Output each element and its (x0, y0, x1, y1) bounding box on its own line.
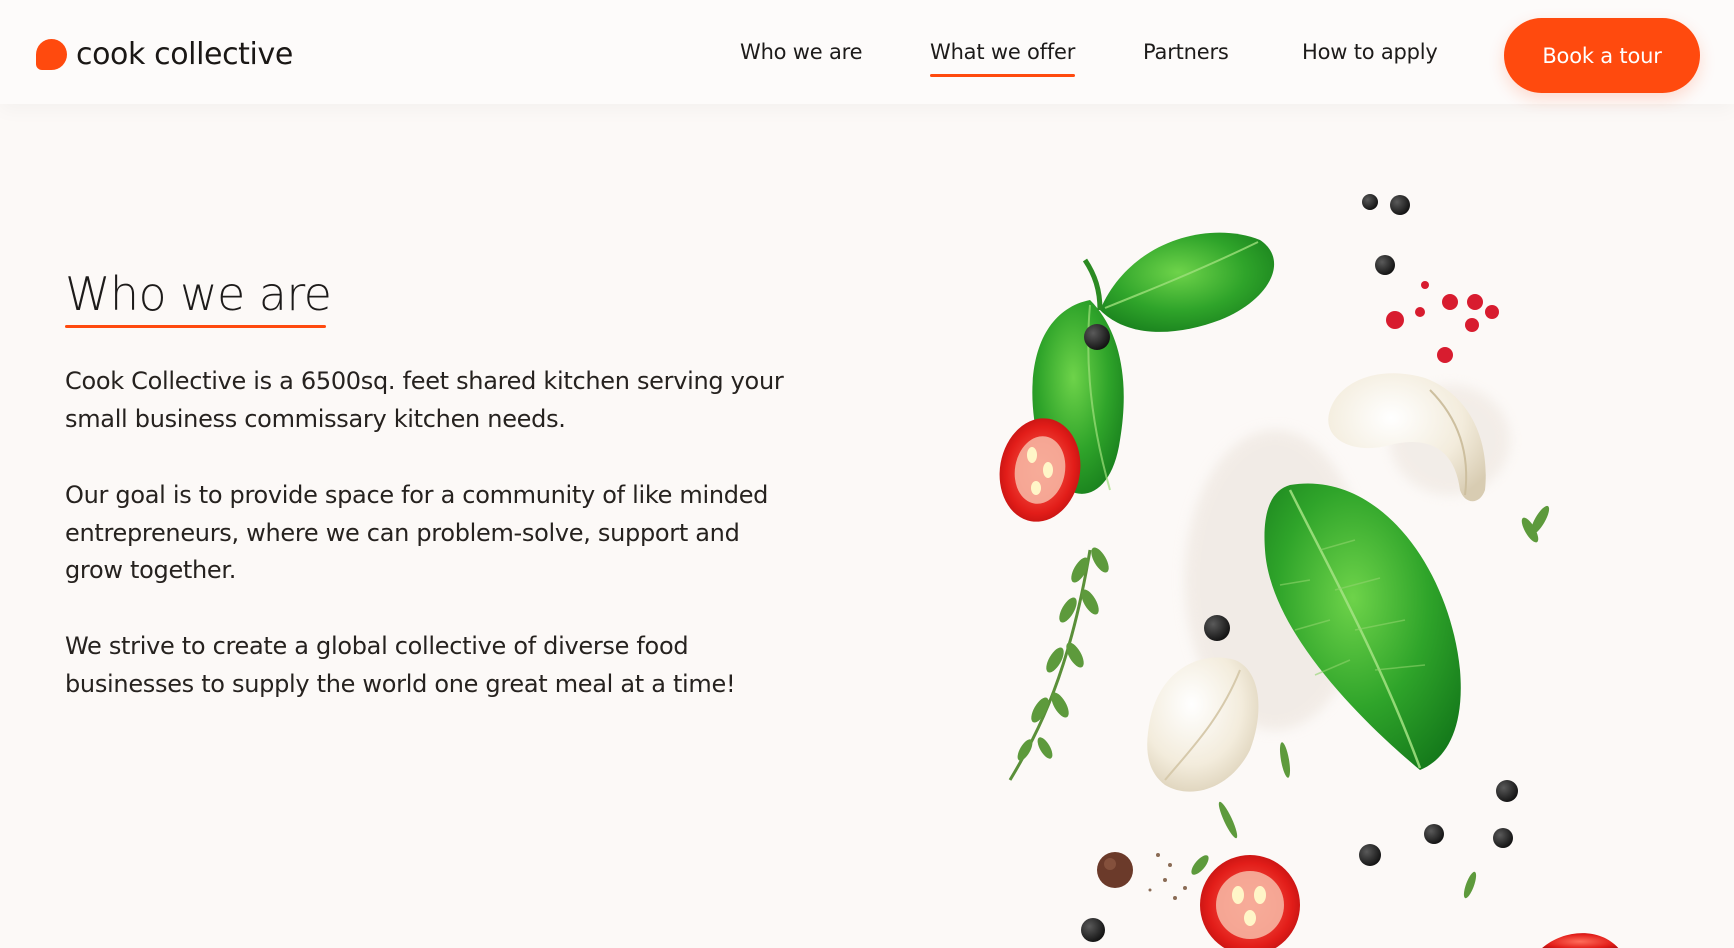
nav-item-partners[interactable]: Partners (1143, 40, 1229, 64)
tomato-slice-bottom (1200, 855, 1300, 948)
nav-item-what-we-offer[interactable]: What we offer (930, 40, 1076, 77)
pink-peppercorns (1386, 281, 1499, 363)
mission-paragraph: We strive to create a global collective … (65, 632, 736, 698)
title-underline (65, 325, 326, 328)
nav-item-how-to-apply[interactable]: How to apply (1302, 40, 1438, 64)
book-a-tour-button[interactable]: Book a tour (1504, 18, 1700, 93)
basil-large (1264, 483, 1461, 770)
nav-item-who-we-are[interactable]: Who we are (740, 40, 863, 64)
food-ingredients-illustration (960, 150, 1734, 948)
logo[interactable]: cook collective (36, 30, 293, 78)
section-title: Who we are (65, 267, 332, 321)
site-header: cook collective Who we are What we offer… (0, 0, 1734, 104)
logo-speech-bubble-icon (36, 38, 67, 70)
garlic-bottom (1147, 657, 1259, 792)
logo-text: cook collective (76, 36, 293, 72)
page: cook collective Who we are What we offer… (0, 0, 1734, 948)
goal-paragraph: Our goal is to provide space for a commu… (65, 481, 769, 584)
intro-paragraph: Cook Collective is a 6500sq. feet shared… (65, 367, 784, 433)
